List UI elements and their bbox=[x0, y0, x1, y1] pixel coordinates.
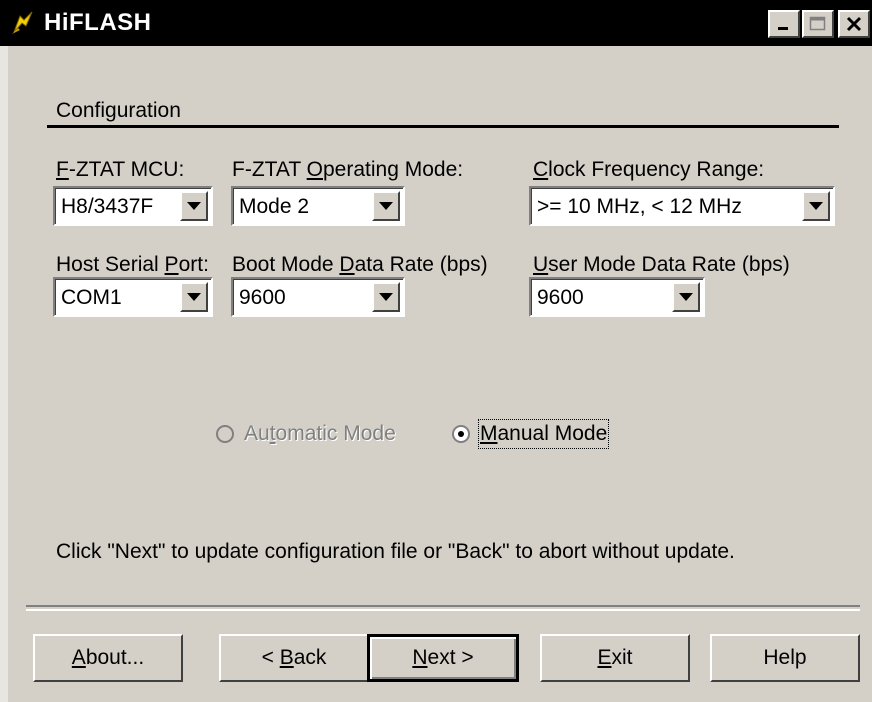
back-button[interactable]: < Back bbox=[219, 634, 369, 682]
boot-rate-label: Boot Mode Data Rate (bps) bbox=[232, 253, 488, 276]
chevron-down-icon bbox=[379, 202, 393, 210]
exit-button[interactable]: Exit bbox=[540, 634, 690, 682]
instruction-text: Click "Next" to update configuration fil… bbox=[56, 540, 735, 563]
operating-mode-select[interactable]: Mode 2 bbox=[231, 186, 405, 226]
boot-rate-dropdown-button[interactable] bbox=[372, 282, 400, 312]
serial-port-dropdown-button[interactable] bbox=[180, 282, 208, 312]
radio-circle-icon bbox=[216, 425, 234, 443]
chevron-down-icon bbox=[679, 293, 693, 301]
boot-rate-select[interactable]: 9600 bbox=[231, 277, 405, 317]
manual-mode-radio[interactable]: Manual Mode bbox=[452, 419, 610, 449]
serial-port-select[interactable]: COM1 bbox=[53, 277, 213, 317]
clock-frequency-dropdown-button[interactable] bbox=[802, 191, 830, 221]
user-rate-label: User Mode Data Rate (bps) bbox=[533, 253, 790, 276]
close-button[interactable] bbox=[838, 10, 870, 38]
chevron-down-icon bbox=[187, 293, 201, 301]
manual-mode-label: Manual Mode bbox=[477, 419, 610, 449]
user-rate-select[interactable]: 9600 bbox=[529, 277, 705, 317]
next-button[interactable]: Next > bbox=[367, 634, 519, 682]
about-button[interactable]: About... bbox=[33, 634, 183, 682]
window-title: HiFLASH bbox=[44, 9, 152, 36]
clock-frequency-label: Clock Frequency Range: bbox=[533, 158, 765, 181]
radio-selected-icon bbox=[452, 425, 470, 443]
automatic-mode-radio[interactable]: Automatic Mode bbox=[216, 421, 396, 447]
flash-app-icon bbox=[12, 11, 33, 34]
automatic-mode-label: Automatic Mode bbox=[244, 422, 396, 445]
mcu-dropdown-button[interactable] bbox=[180, 191, 208, 221]
window-frame-left bbox=[0, 46, 8, 702]
section-divider bbox=[47, 125, 839, 128]
clock-frequency-select[interactable]: >= 10 MHz, < 12 MHz bbox=[529, 186, 835, 226]
mcu-select[interactable]: H8/3437F bbox=[53, 186, 213, 226]
operating-mode-dropdown-button[interactable] bbox=[372, 191, 400, 221]
close-icon bbox=[846, 16, 862, 32]
maximize-button[interactable] bbox=[802, 10, 834, 38]
chevron-down-icon bbox=[379, 293, 393, 301]
chevron-down-icon bbox=[809, 202, 823, 210]
minimize-button[interactable] bbox=[768, 10, 800, 38]
mcu-select-value: H8/3437F bbox=[61, 195, 154, 218]
title-bar[interactable]: HiFLASH bbox=[0, 0, 872, 46]
serial-port-select-value: COM1 bbox=[61, 286, 122, 309]
help-button[interactable]: Help bbox=[710, 634, 860, 682]
user-rate-dropdown-button[interactable] bbox=[672, 282, 700, 312]
hiflash-window: HiFLASH Configuration F-ZTAT MCU: F-ZTAT… bbox=[0, 0, 872, 702]
clock-frequency-select-value: >= 10 MHz, < 12 MHz bbox=[537, 195, 742, 218]
footer-separator bbox=[26, 605, 860, 611]
user-rate-select-value: 9600 bbox=[537, 286, 584, 309]
serial-port-label: Host Serial Port: bbox=[56, 253, 209, 276]
boot-rate-select-value: 9600 bbox=[239, 286, 286, 309]
chevron-down-icon bbox=[187, 202, 201, 210]
minimize-icon bbox=[778, 27, 788, 30]
operating-mode-select-value: Mode 2 bbox=[239, 195, 310, 218]
operating-mode-label: F-ZTAT Operating Mode: bbox=[232, 158, 464, 181]
mcu-label: F-ZTAT MCU: bbox=[56, 158, 185, 181]
section-title: Configuration bbox=[56, 99, 181, 122]
maximize-icon bbox=[809, 16, 826, 31]
